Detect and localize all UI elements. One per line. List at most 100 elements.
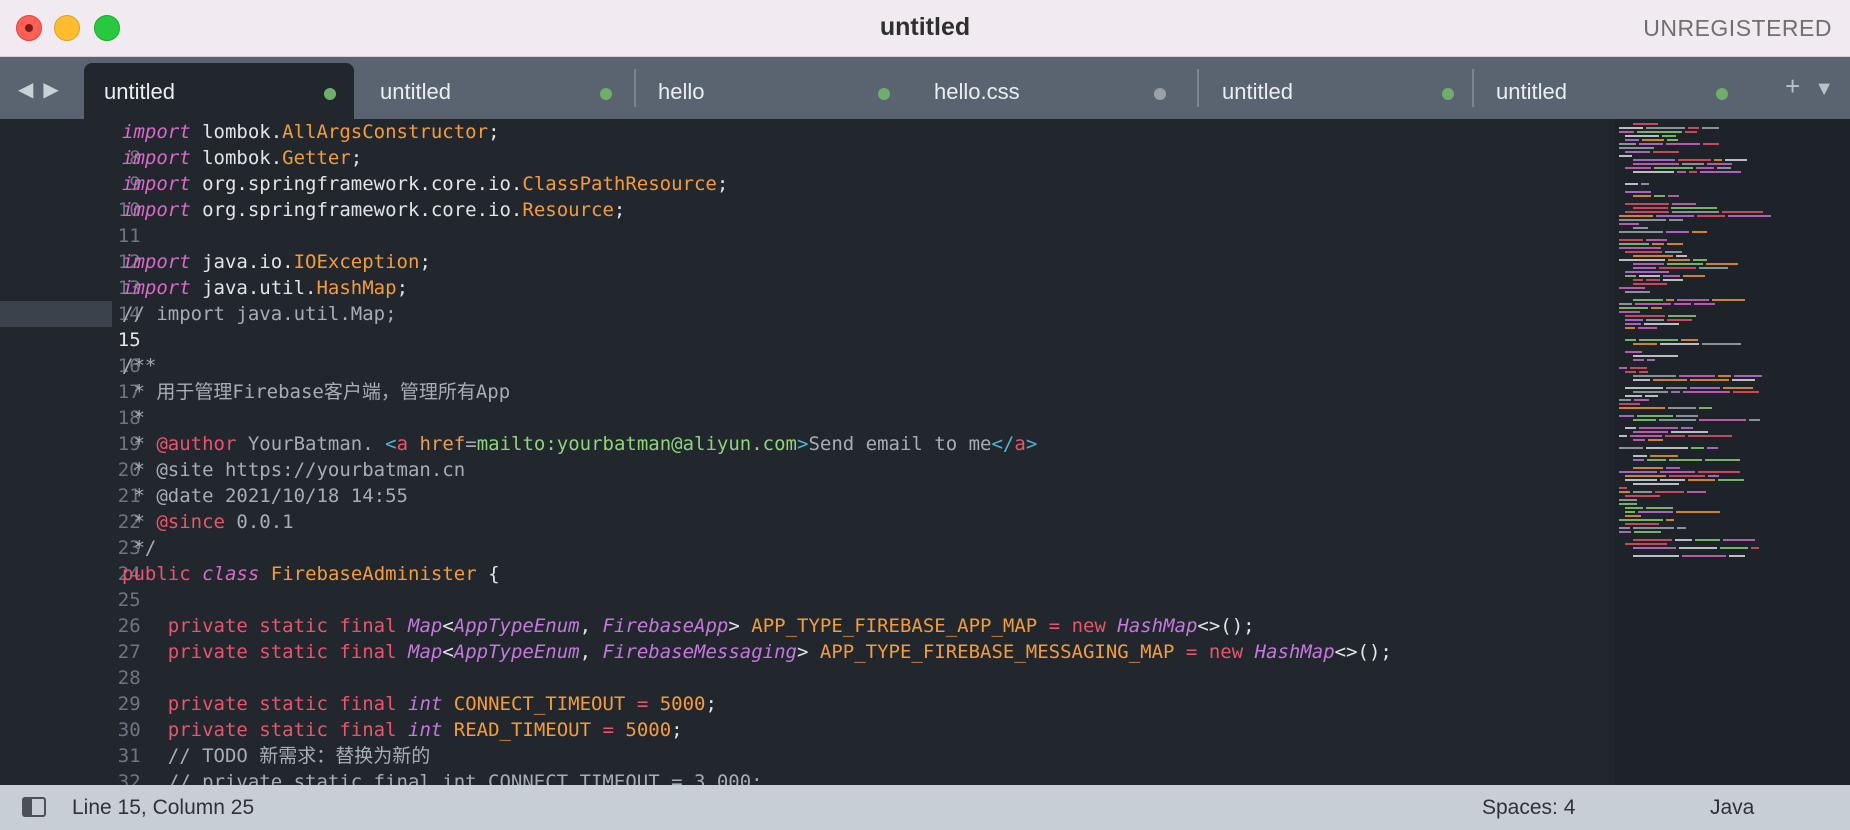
code-line[interactable]: 22 * @date 2021/10/18 14:55	[0, 483, 408, 533]
minimap-segment	[1638, 511, 1673, 513]
minimap-segment	[1667, 243, 1683, 245]
minimap-segment	[1697, 215, 1725, 217]
minimap-segment	[1674, 303, 1691, 305]
tab-untitled-4[interactable]: untitled	[1476, 63, 1746, 119]
code-line[interactable]: 13 import java.io.IOException;	[0, 249, 431, 299]
minimap-segment	[1646, 319, 1664, 321]
code-line[interactable]: 9 import lombok.Getter;	[0, 145, 362, 195]
minimap-segment	[1660, 471, 1695, 473]
tab-untitled-3[interactable]: untitled	[1202, 63, 1472, 119]
code-editor[interactable]: 8 import lombok.AllArgsConstructor; 9 im…	[0, 119, 1850, 785]
code-line[interactable]: 12	[0, 223, 141, 273]
code-line[interactable]: 32 // TODO 新需求：替换为新的	[0, 743, 431, 785]
minimap-segment	[1683, 391, 1730, 393]
forward-arrow-icon[interactable]: ▶	[43, 79, 58, 101]
code-line[interactable]: 10 import org.springframework.core.io.Cl…	[0, 171, 729, 221]
tab-label: hello.css	[934, 79, 1020, 104]
tab-untitled-2[interactable]: untitled	[360, 63, 630, 119]
code-line[interactable]: 27 private static final Map<AppTypeEnum,…	[0, 613, 1255, 663]
code-line[interactable]: 14 import java.util.HashMap;	[0, 275, 408, 325]
cursor-position[interactable]: Line 15, Column 25	[72, 796, 254, 820]
line-text: import org.springframework.core.io.Resou…	[122, 199, 626, 221]
minimap-segment	[1706, 263, 1738, 265]
minimap-segment	[1619, 259, 1665, 261]
tab-untitled-1[interactable]: untitled	[84, 63, 354, 119]
minimap-segment	[1633, 483, 1679, 485]
minimap-segment	[1625, 251, 1662, 253]
code-line[interactable]: 16	[0, 327, 141, 377]
minimap-segment	[1647, 359, 1655, 361]
code-line[interactable]: 26	[0, 587, 141, 637]
code-line[interactable]: 8 import lombok.AllArgsConstructor;	[0, 119, 500, 169]
code-line[interactable]: 24 */	[0, 535, 157, 585]
minimap-segment	[1677, 527, 1686, 529]
minimap-segment	[1625, 323, 1641, 325]
minimap-segment	[1639, 339, 1678, 341]
line-text: private static final Map<AppTypeEnum, Fi…	[167, 615, 1255, 637]
minimap-segment	[1676, 255, 1687, 257]
minimap-segment	[1625, 371, 1636, 373]
code-line[interactable]: 31 private static final int READ_TIMEOUT…	[0, 717, 683, 767]
code-line[interactable]: 23 * @since 0.0.1	[0, 509, 294, 559]
minimap-segment	[1688, 479, 1715, 481]
line-text: private static final Map<AppTypeEnum, Fi…	[167, 641, 1392, 663]
line-text: // TODO 新需求：替换为新的	[122, 745, 431, 767]
minimap-segment	[1633, 455, 1647, 457]
minimap-segment	[1667, 263, 1703, 265]
minimap-segment	[1690, 379, 1729, 381]
tab-menu-chevron-down-icon[interactable]: ▼	[1814, 78, 1834, 100]
minimap-segment	[1639, 371, 1648, 373]
minimap-segment	[1681, 427, 1693, 429]
minimap-segment	[1625, 523, 1659, 525]
minimap-segment	[1685, 131, 1697, 133]
code-line[interactable]: 11 import org.springframework.core.io.Re…	[0, 197, 626, 247]
minimap-segment	[1666, 467, 1680, 469]
back-arrow-icon[interactable]: ◀	[18, 79, 33, 101]
syntax-selector[interactable]: Java	[1710, 796, 1754, 820]
tab-hello[interactable]: hello	[638, 63, 908, 119]
minimap-segment	[1639, 143, 1663, 145]
minimap-segment	[1687, 491, 1706, 493]
minimap-segment	[1646, 127, 1685, 129]
minimap[interactable]	[1615, 119, 1850, 785]
code-line[interactable]: 25 public class FirebaseAdminister {	[0, 561, 500, 611]
minimap-segment	[1619, 303, 1632, 305]
minimap-segment	[1619, 499, 1637, 501]
code-line[interactable]: 20 * @author YourBatman. <a href=mailto:…	[0, 431, 1038, 481]
minimap-segment	[1722, 211, 1763, 213]
tab-hello-css[interactable]: hello.css	[914, 63, 1184, 119]
sidebar-toggle-icon[interactable]	[22, 797, 46, 817]
code-line[interactable]: 33 // private static final int CONNECT_T…	[0, 769, 763, 785]
code-line[interactable]: 19 *	[0, 405, 145, 455]
code-line[interactable]: 30 private static final int CONNECT_TIME…	[0, 691, 717, 741]
indentation-setting[interactable]: Spaces: 4	[1482, 796, 1575, 820]
minimap-segment	[1718, 479, 1744, 481]
minimap-segment	[1625, 315, 1665, 317]
minimap-segment	[1633, 459, 1644, 461]
minimap-segment	[1691, 447, 1704, 449]
minimap-segment	[1633, 547, 1676, 549]
minimap-segment	[1625, 339, 1636, 341]
minimap-segment	[1634, 399, 1649, 401]
minimap-segment	[1733, 391, 1759, 393]
code-line[interactable]: 21 * @site https://yourbatman.cn	[0, 457, 465, 507]
minimap-segment	[1675, 539, 1692, 541]
minimap-segment	[1705, 459, 1740, 461]
minimap-segment	[1635, 303, 1671, 305]
new-tab-plus-icon[interactable]: +	[1785, 71, 1800, 101]
code-line[interactable]: 29	[0, 665, 141, 715]
minimap-segment	[1652, 243, 1664, 245]
code-line[interactable]: 28 private static final Map<AppTypeEnum,…	[0, 639, 1392, 689]
minimap-segment	[1679, 375, 1715, 377]
minimap-segment	[1695, 539, 1720, 541]
minimap-segment	[1693, 259, 1707, 261]
code-line-current[interactable]: 15 // import java.util.Map;	[0, 301, 397, 351]
code-line[interactable]: 18 * 用于管理Firebase客户端，管理所有App	[0, 379, 510, 429]
minimap-segment	[1633, 163, 1679, 165]
minimap-segment	[1625, 507, 1643, 509]
code-line[interactable]: 17 /**	[0, 353, 157, 403]
minimap-segment	[1700, 171, 1741, 173]
line-text: *	[122, 407, 145, 429]
minimap-segment	[1666, 387, 1687, 389]
minimap-segment	[1625, 511, 1635, 513]
